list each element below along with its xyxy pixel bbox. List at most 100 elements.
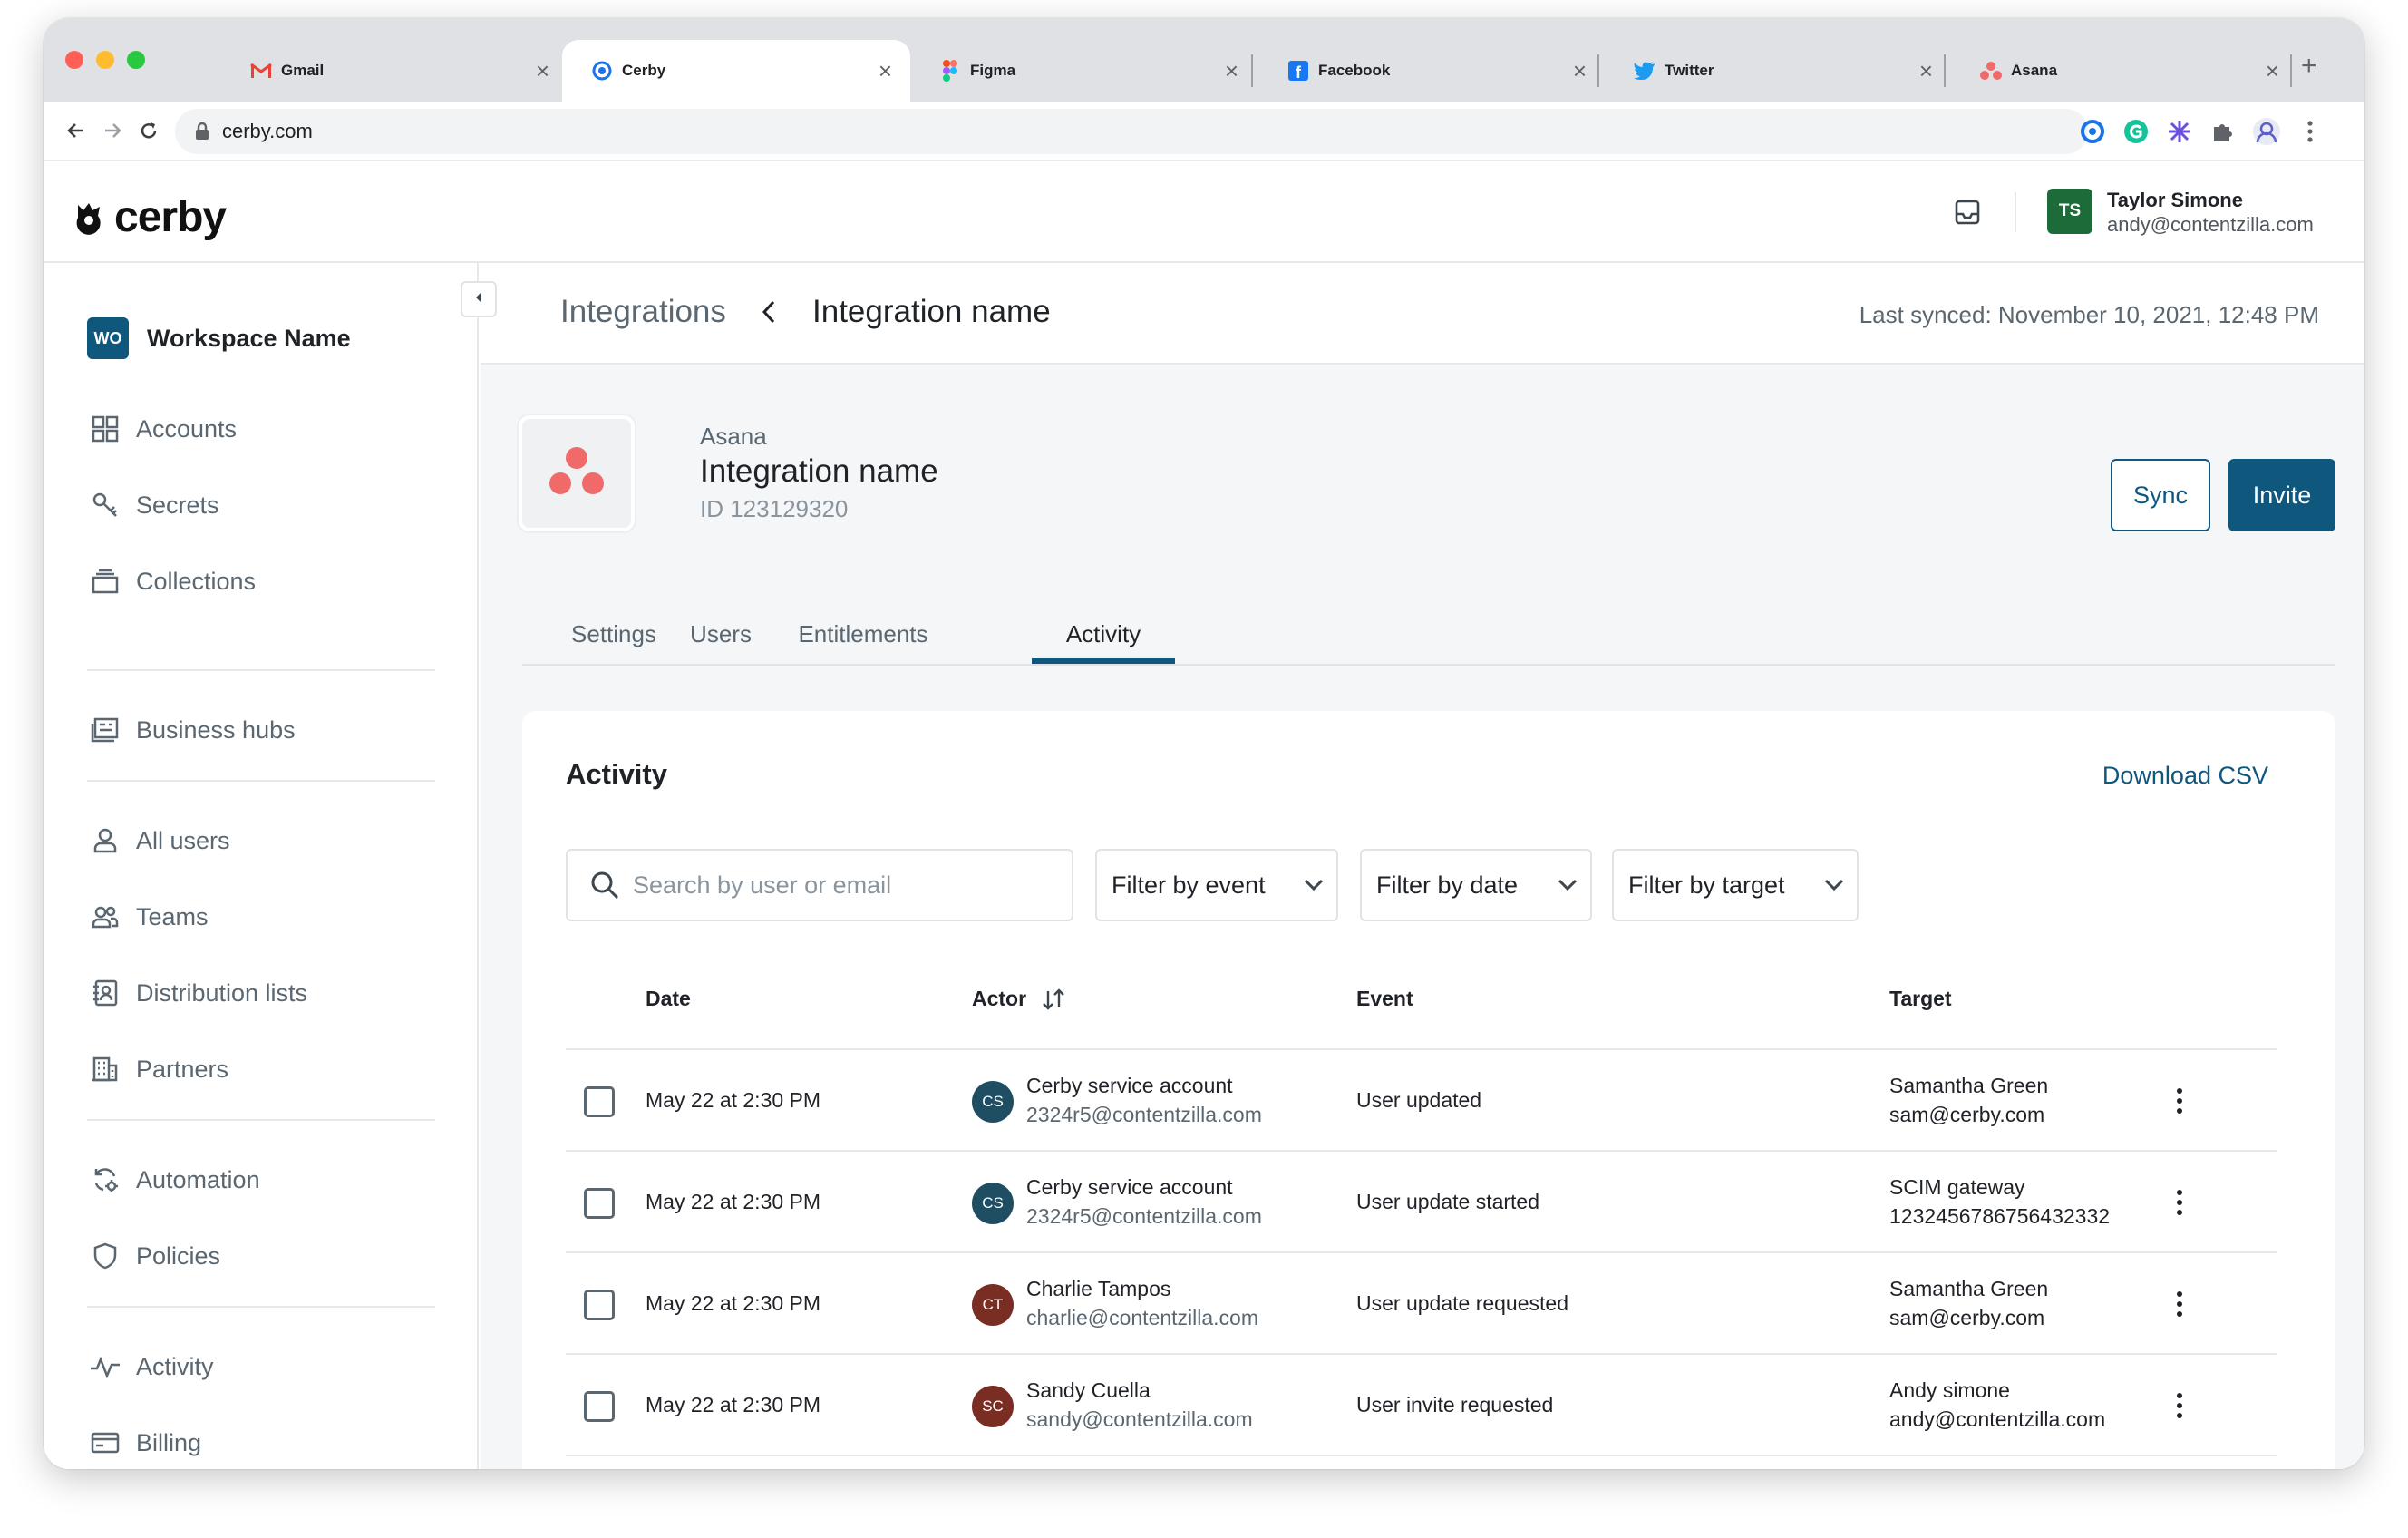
tab-separator — [1944, 54, 1946, 87]
filter-by-target-dropdown[interactable]: Filter by target — [1612, 849, 1859, 921]
close-icon[interactable]: × — [1573, 59, 1587, 83]
tab-users[interactable]: Users — [680, 620, 762, 666]
sidebar-item-label: Automation — [136, 1165, 260, 1193]
target-detail: 1232456786756432332 — [1889, 1204, 2111, 1228]
sidebar-item-partners[interactable]: Partners — [87, 1046, 228, 1092]
sidebar-item-label: Secrets — [136, 491, 219, 519]
tab-title: Facebook — [1318, 62, 1391, 79]
sidebar-item-billing[interactable]: Billing — [87, 1420, 201, 1465]
chevron-left-icon — [474, 291, 483, 308]
filter-by-date-dropdown[interactable]: Filter by date — [1360, 849, 1592, 921]
sidebar-item-activity[interactable]: Activity — [87, 1344, 214, 1389]
sidebar-item-policies[interactable]: Policies — [87, 1233, 220, 1279]
table-row[interactable]: May 22 at 2:30 PMCSCerby service account… — [566, 1152, 2277, 1253]
more-options-icon[interactable] — [2160, 1081, 2199, 1121]
column-header-actor[interactable]: Actor — [972, 987, 1066, 1011]
chevron-down-icon — [1304, 879, 1324, 891]
collapse-sidebar-button[interactable] — [461, 281, 497, 317]
row-checkbox[interactable] — [584, 1086, 615, 1117]
sidebar-item-accounts[interactable]: Accounts — [87, 406, 237, 452]
tab-settings[interactable]: Settings — [564, 620, 664, 666]
download-csv-link[interactable]: Download CSV — [2102, 762, 2268, 790]
inbox-icon[interactable] — [1951, 196, 1984, 229]
workspace-switcher[interactable]: WO Workspace Name — [87, 317, 351, 359]
actor-avatar: CS — [972, 1081, 1014, 1123]
close-icon[interactable]: × — [1225, 59, 1238, 83]
sidebar-item-label: Distribution lists — [136, 978, 308, 1007]
new-tab-button[interactable]: + — [2301, 53, 2317, 80]
browser-tab-cerby[interactable]: Cerby × — [562, 40, 910, 102]
sidebar-divider — [87, 780, 435, 782]
target-name: Samantha Green — [1889, 1277, 2049, 1300]
table-row[interactable]: May 22 at 2:30 PMCSCerby service account… — [566, 1050, 2277, 1152]
actor-name: Charlie Tampos — [1026, 1277, 1171, 1300]
forward-arrow-icon[interactable] — [96, 114, 129, 147]
tab-separator — [1251, 54, 1253, 87]
close-icon[interactable]: × — [879, 59, 892, 83]
contact-book-icon — [87, 975, 123, 1011]
target-name: Samantha Green — [1889, 1074, 2049, 1097]
chevron-down-icon — [1558, 879, 1578, 891]
actor-name: Cerby service account — [1026, 1175, 1233, 1199]
row-checkbox[interactable] — [584, 1290, 615, 1320]
figma-icon — [939, 60, 961, 82]
close-icon[interactable]: × — [1919, 59, 1933, 83]
browser-menu-icon[interactable] — [2296, 117, 2325, 146]
url-text: cerby.com — [222, 120, 313, 142]
header-divider — [2015, 192, 2016, 232]
sidebar-item-label: Billing — [136, 1428, 202, 1456]
reload-icon[interactable] — [132, 114, 165, 147]
tab-title: Asana — [2011, 62, 2058, 79]
more-options-icon[interactable] — [2160, 1183, 2199, 1222]
search-input[interactable]: Search by user or email — [566, 849, 1073, 921]
close-icon[interactable]: × — [2266, 59, 2279, 83]
maximize-window-button[interactable] — [127, 51, 145, 69]
address-bar[interactable]: cerby.com — [175, 109, 2088, 154]
browser-tab-asana[interactable]: Asana × — [1951, 40, 2297, 102]
browser-tab-facebook[interactable]: f Facebook × — [1258, 40, 1605, 102]
browser-tab-figma[interactable]: Figma × — [910, 40, 1257, 102]
sidebar-item-label: Policies — [136, 1241, 221, 1270]
more-options-icon[interactable] — [2160, 1284, 2199, 1324]
target-name: Andy simone — [1889, 1378, 2010, 1402]
back-arrow-icon[interactable] — [60, 114, 92, 147]
sidebar-item-all-users[interactable]: All users — [87, 818, 230, 863]
close-window-button[interactable] — [65, 51, 83, 69]
extension-icon[interactable] — [2078, 117, 2107, 146]
sidebar-item-automation[interactable]: Automation — [87, 1157, 260, 1202]
chevron-left-icon[interactable] — [762, 297, 776, 333]
breadcrumb-integrations[interactable]: Integrations — [560, 294, 726, 330]
sort-icon[interactable] — [1041, 988, 1066, 1010]
cerby-logo[interactable]: cerby — [71, 192, 227, 242]
row-event: User update started — [1356, 1190, 1540, 1213]
browser-tab-gmail[interactable]: Gmail × — [221, 40, 568, 102]
sidebar-item-secrets[interactable]: Secrets — [87, 482, 219, 528]
sidebar-item-business-hubs[interactable]: Business hubs — [87, 707, 296, 753]
sidebar-item-label: Teams — [136, 902, 209, 930]
user-avatar[interactable]: TS — [2047, 189, 2092, 234]
filter-by-event-dropdown[interactable]: Filter by event — [1095, 849, 1338, 921]
row-event: User invite requested — [1356, 1393, 1554, 1416]
sidebar-item-label: Collections — [136, 567, 257, 595]
row-checkbox[interactable] — [584, 1391, 615, 1422]
browser-tab-twitter[interactable]: Twitter × — [1605, 40, 1951, 102]
puzzle-icon[interactable] — [2209, 117, 2238, 146]
table-row[interactable]: May 22 at 2:30 PM SC Sandy Cuella sandy@con… — [566, 1355, 2277, 1456]
integration-logo — [519, 415, 635, 531]
tab-entitlements[interactable]: Entitlements — [791, 620, 936, 666]
sidebar-item-teams[interactable]: Teams — [87, 894, 209, 939]
close-icon[interactable]: × — [536, 59, 549, 83]
minimize-window-button[interactable] — [96, 51, 114, 69]
row-checkbox[interactable] — [584, 1188, 615, 1219]
sidebar-item-collections[interactable]: Collections — [87, 559, 256, 604]
grammarly-icon[interactable] — [2122, 117, 2151, 146]
sidebar-item-distribution-lists[interactable]: Distribution lists — [87, 970, 307, 1016]
sync-button[interactable]: Sync — [2111, 459, 2210, 531]
table-row[interactable]: May 22 at 2:30 PMCSCerby service account… — [566, 1456, 2277, 1469]
more-options-icon[interactable] — [2160, 1386, 2199, 1426]
profile-icon[interactable] — [2252, 117, 2281, 146]
app-header: cerby TS Taylor Simone andy@contentzilla… — [44, 161, 2364, 263]
sparkle-extension-icon[interactable] — [2165, 117, 2194, 146]
table-row[interactable]: May 22 at 2:30 PM CT Charlie Tampos charlie… — [566, 1253, 2277, 1355]
invite-button[interactable]: Invite — [2228, 459, 2335, 531]
